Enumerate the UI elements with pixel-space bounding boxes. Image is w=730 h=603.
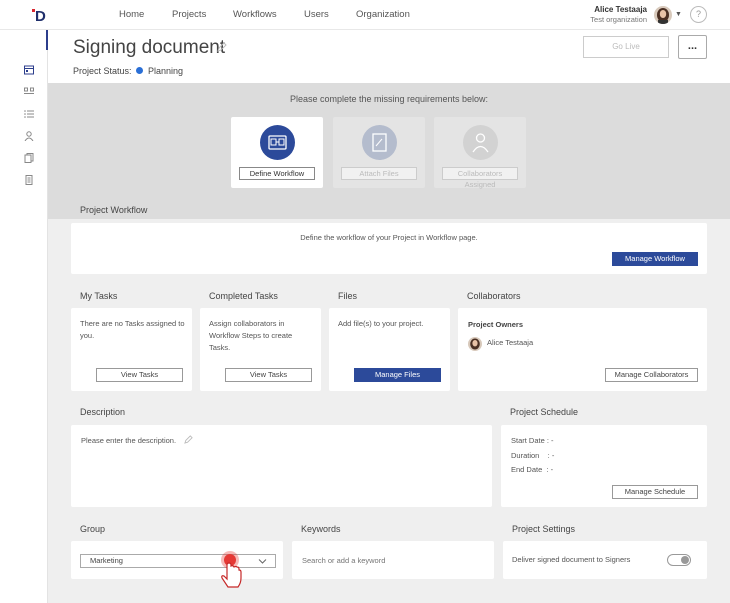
- my-tasks-text: There are no Tasks assigned to you.: [80, 319, 185, 340]
- file-icon: [362, 125, 397, 160]
- completed-tasks-card: Assign collaborators in Workflow Steps t…: [200, 308, 321, 391]
- group-heading: Group: [80, 524, 106, 534]
- my-tasks-card: There are no Tasks assigned to you. View…: [71, 308, 192, 391]
- workflow-text: Define the workflow of your Project in W…: [300, 233, 478, 242]
- files-card: Add file(s) to your project. Manage File…: [329, 308, 450, 391]
- duration: Duration : -: [511, 451, 555, 460]
- requirements-message: Please complete the missing requirements…: [289, 94, 489, 104]
- user-menu[interactable]: Alice Testaaja Test organization: [590, 5, 647, 25]
- project-workflow-heading: Project Workflow: [80, 205, 148, 215]
- requirement-card-files: Attach Files: [333, 117, 425, 188]
- top-navbar: D Home Projects Workflows Users Organiza…: [0, 0, 730, 30]
- page-title: Signing document: [73, 37, 226, 58]
- start-date: Start Date : -: [511, 436, 554, 445]
- requirement-card-collaborators: Collaborators Assigned: [434, 117, 526, 189]
- sidebar: [0, 30, 48, 603]
- collaborators-heading: Collaborators: [467, 291, 521, 301]
- status-dot: [136, 67, 143, 74]
- nav-home[interactable]: Home: [119, 9, 144, 20]
- nav-projects[interactable]: Projects: [172, 9, 206, 20]
- documents-icon[interactable]: [24, 153, 34, 163]
- keywords-input[interactable]: [302, 553, 482, 567]
- project-schedule-card: Start Date : - Duration : - End Date : -…: [501, 425, 707, 507]
- manage-schedule-button[interactable]: Manage Schedule: [612, 485, 698, 499]
- edit-pencil-icon[interactable]: [184, 435, 193, 444]
- deliver-toggle-label: Deliver signed document to Signers: [512, 555, 631, 564]
- click-indicator-icon: [221, 551, 242, 588]
- project-schedule-heading: Project Schedule: [510, 407, 579, 417]
- define-workflow-button[interactable]: Define Workflow: [239, 167, 315, 180]
- group-select[interactable]: Marketing: [80, 554, 276, 568]
- checklist-icon[interactable]: [24, 109, 34, 119]
- project-workflow-card: Define the workflow of your Project in W…: [71, 223, 707, 274]
- avatar[interactable]: [654, 6, 672, 24]
- my-tasks-heading: My Tasks: [80, 291, 118, 301]
- keywords-card: [292, 541, 494, 579]
- edit-pencil-icon[interactable]: [217, 42, 227, 52]
- view-completed-tasks-button[interactable]: View Tasks: [225, 368, 312, 382]
- toggle-knob: [681, 556, 689, 564]
- help-button[interactable]: ?: [690, 6, 707, 23]
- chevron-down-icon: [258, 559, 267, 564]
- nav-organization[interactable]: Organization: [356, 9, 410, 20]
- user-icon: [463, 125, 498, 160]
- svg-text:D: D: [35, 8, 46, 24]
- app-logo[interactable]: D: [30, 6, 52, 24]
- nav-workflows[interactable]: Workflows: [233, 9, 277, 20]
- collaborators-assigned-button[interactable]: Collaborators Assigned: [442, 167, 518, 189]
- files-heading: Files: [338, 291, 358, 301]
- go-live-button[interactable]: Go Live: [583, 36, 669, 58]
- status-value: Planning: [148, 66, 184, 76]
- view-tasks-button[interactable]: View Tasks: [96, 368, 183, 382]
- workflow-icon: [260, 125, 295, 160]
- workflow-icon[interactable]: [24, 86, 34, 96]
- description-heading: Description: [80, 407, 126, 417]
- attach-files-button[interactable]: Attach Files: [341, 167, 417, 180]
- nav-users[interactable]: Users: [304, 9, 329, 20]
- project-settings-heading: Project Settings: [512, 524, 576, 534]
- user-icon[interactable]: [24, 131, 34, 141]
- main-content: Signing document Project Status: Plannin…: [48, 30, 730, 603]
- project-settings-card: Deliver signed document to Signers: [503, 541, 707, 579]
- status-label: Project Status:: [73, 66, 132, 76]
- collaborators-card: Project Owners Alice Testaaja Manage Col…: [458, 308, 707, 391]
- manage-collaborators-button[interactable]: Manage Collaborators: [605, 368, 698, 382]
- keywords-heading: Keywords: [301, 524, 341, 534]
- description-card[interactable]: Please enter the description.: [71, 425, 492, 507]
- more-options-button[interactable]: ...: [678, 35, 707, 59]
- project-header: Signing document Project Status: Plannin…: [48, 30, 730, 83]
- requirements-panel: Please complete the missing requirements…: [48, 83, 730, 219]
- files-text: Add file(s) to your project.: [338, 319, 424, 328]
- end-date: End Date : -: [511, 465, 554, 474]
- manage-files-button[interactable]: Manage Files: [354, 368, 441, 382]
- group-select-value: Marketing: [90, 556, 123, 565]
- completed-tasks-heading: Completed Tasks: [209, 291, 278, 301]
- chevron-down-icon[interactable]: ▼: [675, 11, 682, 18]
- completed-tasks-text: Assign collaborators in Workflow Steps t…: [209, 319, 293, 352]
- list-icon[interactable]: [24, 175, 34, 185]
- deliver-signed-toggle[interactable]: [667, 554, 691, 566]
- description-text[interactable]: Please enter the description.: [81, 435, 176, 447]
- dashboard-icon[interactable]: [24, 65, 34, 75]
- avatar: [468, 337, 482, 351]
- user-organization: Test organization: [590, 15, 647, 24]
- owner-name: Alice Testaaja: [487, 338, 534, 347]
- requirement-card-workflow: Define Workflow: [231, 117, 323, 188]
- manage-workflow-button[interactable]: Manage Workflow: [612, 252, 698, 266]
- user-name: Alice Testaaja: [594, 5, 647, 14]
- project-owners-label: Project Owners: [468, 320, 524, 329]
